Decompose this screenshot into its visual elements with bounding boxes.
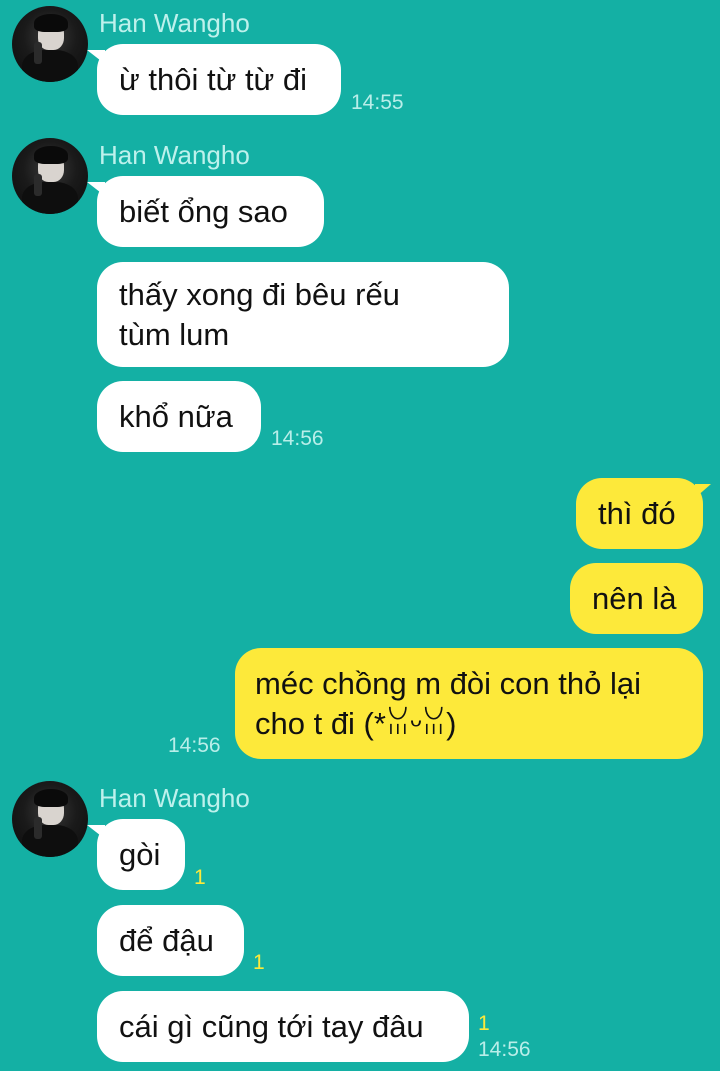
my-message-bubble[interactable]: thì đó: [576, 478, 711, 549]
message-text: ừ thôi từ từ đi: [119, 61, 308, 97]
message-text: cái gì cũng tới tay đâu: [119, 1008, 424, 1044]
message-text: biết ổng sao: [119, 193, 288, 229]
message-text: để đậu: [119, 922, 214, 958]
unread-count: 1: [253, 951, 265, 974]
message-text: thì đó: [598, 495, 676, 531]
message-bubble[interactable]: để đậu: [97, 905, 244, 976]
message-bubble[interactable]: cái gì cũng tới tay đâu: [97, 991, 469, 1062]
message-text: nên là: [592, 580, 677, 616]
my-message-bubble[interactable]: méc chồng m đòi con thỏ lại cho t đi (*ꈍ…: [235, 648, 703, 759]
message-time: 14:55: [351, 91, 404, 114]
message-text-line: méc chồng m đòi con thỏ lại: [255, 665, 641, 701]
message-bubble[interactable]: khổ nữa: [97, 381, 261, 452]
contact-avatar[interactable]: [12, 6, 88, 82]
message-bubble[interactable]: thấy xong đi bêu rếu tùm lum: [97, 262, 509, 367]
my-message-bubble[interactable]: nên là: [570, 563, 703, 634]
message-text-line: tùm lum: [119, 316, 230, 352]
message-text-line: thấy xong đi bêu rếu: [119, 276, 400, 312]
contact-avatar[interactable]: [12, 138, 88, 214]
message-bubble[interactable]: biết ổng sao: [87, 176, 324, 247]
message-bubble[interactable]: ừ thôi từ từ đi: [87, 44, 341, 115]
sender-name: Han Wangho: [99, 140, 250, 170]
message-time: 14:56: [271, 427, 324, 450]
message-time: 14:56: [168, 734, 221, 757]
contact-avatar[interactable]: [12, 781, 88, 857]
unread-count: 1: [478, 1012, 490, 1035]
unread-count: 1: [194, 866, 206, 889]
message-text-line: cho t đi (*ꈍᵕꈍ): [255, 705, 457, 741]
message-time: 14:56: [478, 1038, 531, 1061]
message-text: gòi: [119, 836, 161, 872]
sender-name: Han Wangho: [99, 783, 250, 813]
message-bubble[interactable]: gòi: [87, 819, 185, 890]
message-text: khổ nữa: [119, 398, 233, 434]
sender-name: Han Wangho: [99, 8, 250, 38]
